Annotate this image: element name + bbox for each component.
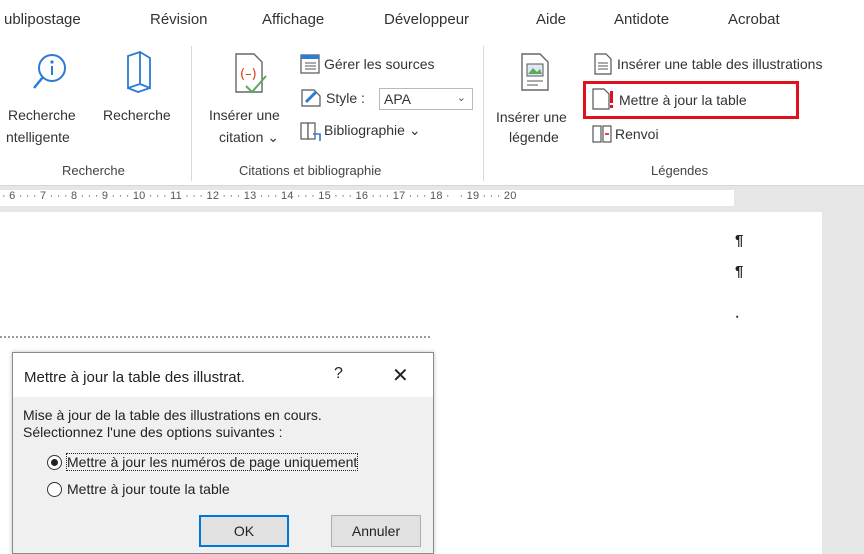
cancel-button[interactable]: Annuler bbox=[331, 515, 421, 547]
dialog-title-bar[interactable]: Mettre à jour la table des illustrat. ? … bbox=[13, 353, 433, 397]
chevron-down-icon: ⌄ bbox=[456, 92, 466, 104]
cross-reference-label: Renvoi bbox=[615, 126, 659, 142]
radio-button-unchecked[interactable] bbox=[47, 482, 62, 497]
insert-caption-label-1: Insérer une bbox=[496, 109, 567, 125]
ribbon-tab-bar: ublipostage Révision Affichage Développe… bbox=[0, 0, 864, 38]
smart-lookup-label-2: ntelligente bbox=[6, 129, 70, 145]
tab-antidote[interactable]: Antidote bbox=[614, 11, 669, 28]
smart-lookup-label-1: Recherche bbox=[8, 107, 76, 123]
radio-label-page-numbers: Mettre à jour les numéros de page unique… bbox=[65, 453, 359, 471]
tab-affichage[interactable]: Affichage bbox=[262, 11, 324, 28]
cross-reference-icon bbox=[592, 125, 612, 143]
group-separator bbox=[191, 46, 192, 181]
bibliography-icon bbox=[300, 122, 321, 141]
style-value: APA bbox=[384, 91, 411, 107]
style-label: Style : bbox=[326, 90, 365, 106]
page-break-dotted-line bbox=[0, 336, 430, 344]
insert-citation-label-2: citation ⌄ bbox=[219, 129, 279, 145]
group-label-recherche: Recherche bbox=[62, 163, 125, 178]
manage-sources-label: Gérer les sources bbox=[324, 56, 435, 72]
smart-lookup-icon bbox=[33, 54, 66, 89]
group-label-legendes: Légendes bbox=[651, 163, 709, 178]
radio-button-checked[interactable] bbox=[47, 455, 62, 470]
tab-developpeur[interactable]: Développeur bbox=[384, 11, 469, 28]
ribbon: Recherche ntelligente Recherche Recherch… bbox=[0, 38, 864, 186]
researcher-label: Recherche bbox=[103, 107, 171, 123]
close-icon[interactable]: ✕ bbox=[392, 363, 409, 388]
dialog-title: Mettre à jour la table des illustrat. bbox=[24, 369, 245, 386]
tab-aide[interactable]: Aide bbox=[536, 11, 566, 28]
ok-button[interactable]: OK bbox=[199, 515, 289, 547]
red-highlight-box bbox=[583, 81, 799, 119]
tab-acrobat[interactable]: Acrobat bbox=[728, 11, 780, 28]
dialog-message-line-2: Sélectionnez l'une des options suivantes… bbox=[23, 424, 283, 440]
bibliography-label: Bibliographie ⌄ bbox=[324, 122, 421, 138]
group-separator bbox=[483, 46, 484, 181]
radio-label-entire-table: Mettre à jour toute la table bbox=[67, 481, 230, 497]
table-of-figures-icon bbox=[594, 53, 612, 75]
paragraph-mark: ¶ bbox=[735, 263, 744, 280]
tab-revision[interactable]: Révision bbox=[150, 11, 208, 28]
paragraph-mark: ⠁ bbox=[735, 316, 743, 327]
style-dropdown[interactable]: APA ⌄ bbox=[379, 88, 473, 110]
insert-caption-label-2: légende bbox=[509, 129, 559, 145]
insert-table-of-figures-label: Insérer une table des illustrations bbox=[617, 56, 823, 72]
svg-text:(–): (–) bbox=[240, 67, 257, 82]
update-table-dialog: Mettre à jour la table des illustrat. ? … bbox=[12, 352, 434, 554]
insert-citation-label-1: Insérer une bbox=[209, 107, 280, 123]
paragraph-mark: ¶ bbox=[735, 232, 744, 249]
tab-publipostage[interactable]: ublipostage bbox=[4, 11, 81, 28]
insert-caption-icon bbox=[521, 53, 549, 91]
help-button[interactable]: ? bbox=[334, 365, 343, 383]
group-label-citations: Citations et bibliographie bbox=[239, 163, 382, 178]
ruler-ticks: · 6 · · · 7 · · · 8 · · · 9 · · · 10 · ·… bbox=[2, 190, 517, 202]
researcher-icon bbox=[127, 50, 151, 93]
manage-sources-icon bbox=[300, 54, 320, 74]
style-icon bbox=[301, 89, 321, 107]
dialog-message-line-1: Mise à jour de la table des illustration… bbox=[23, 407, 322, 423]
insert-citation-icon: (–) bbox=[235, 53, 267, 94]
